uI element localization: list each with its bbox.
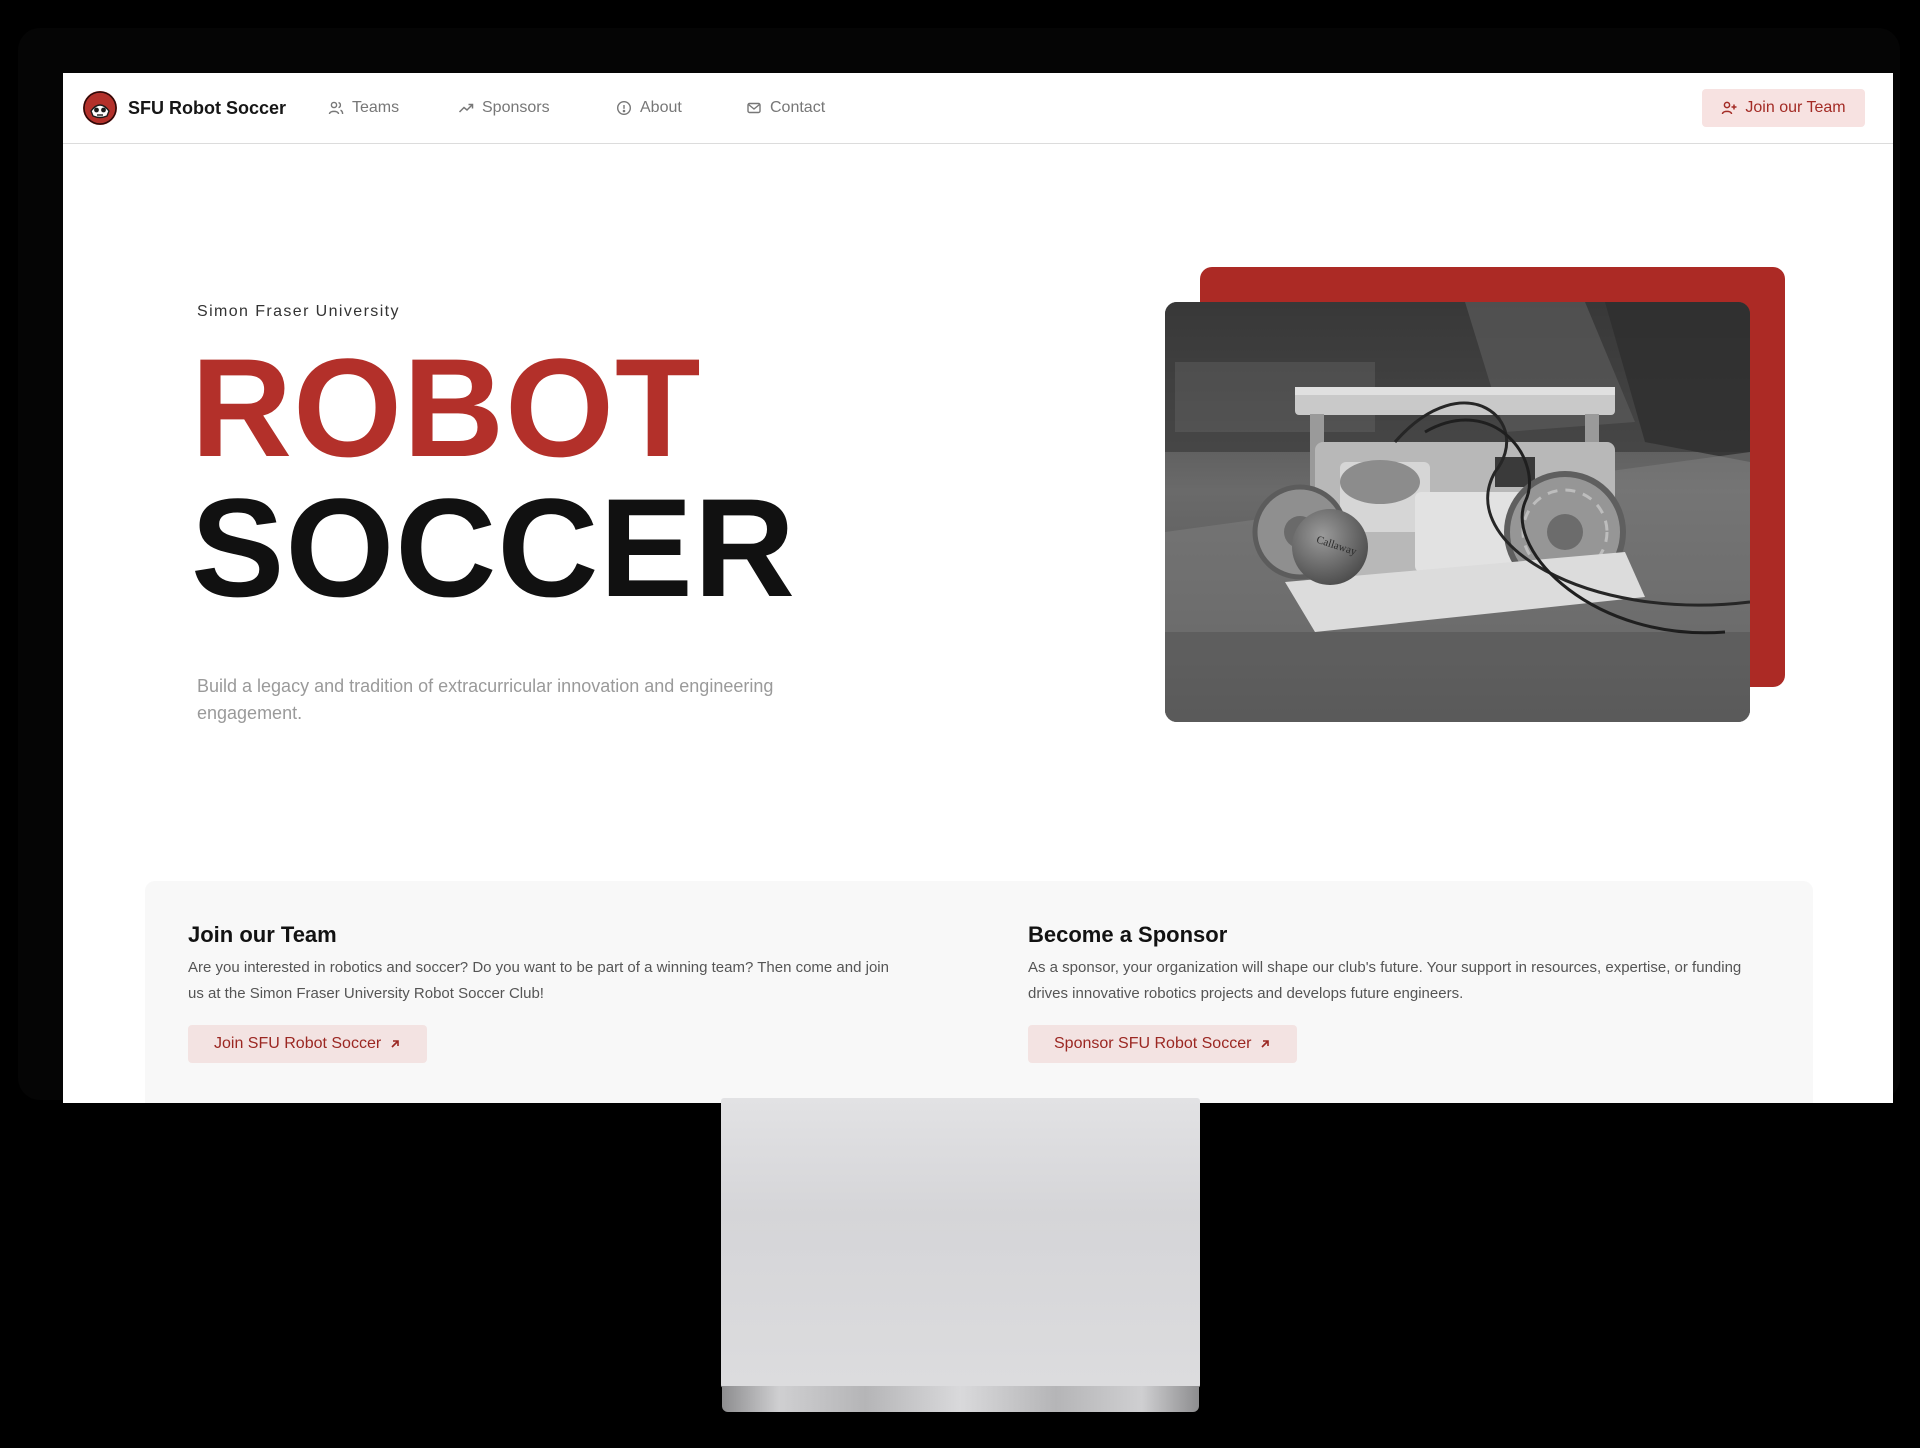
top-navbar: SFU Robot Soccer Teams Sponsors About Co…: [63, 73, 1893, 144]
trending-up-icon: [458, 103, 474, 113]
join-button-label: Join SFU Robot Soccer: [214, 1035, 382, 1052]
mail-icon: [747, 102, 761, 114]
join-team-label: Join our Team: [1745, 99, 1846, 116]
sponsor-card-heading: Become a Sponsor: [1028, 922, 1228, 947]
hero-robot-photo: Callaway: [1165, 302, 1750, 722]
hero-title-robot: ROBOT: [191, 329, 702, 486]
brand-home-link[interactable]: SFU Robot Soccer: [83, 91, 286, 125]
browser-viewport: SFU Robot Soccer Teams Sponsors About Co…: [63, 73, 1893, 1103]
sponsor-card: Become a Sponsor As a sponsor, your orga…: [1028, 921, 1748, 1063]
hero-eyebrow: Simon Fraser University: [197, 303, 400, 320]
join-sfu-robot-soccer-button[interactable]: Join SFU Robot Soccer: [188, 1025, 428, 1063]
arrow-up-right-icon: [1261, 1040, 1270, 1048]
monitor-stand-foot: [722, 1386, 1199, 1412]
nav-link-label: Sponsors: [482, 99, 550, 116]
join-team-button[interactable]: Join our Team: [1702, 89, 1865, 127]
nav-link-sponsors[interactable]: Sponsors: [458, 98, 550, 118]
hero-title-soccer: SOCCER: [191, 469, 796, 626]
arrow-up-right-icon: [391, 1040, 399, 1048]
monitor-stand: [721, 1098, 1200, 1388]
join-card-body: Are you interested in robotics and socce…: [188, 959, 889, 1002]
brand-name: SFU Robot Soccer: [128, 97, 287, 118]
cta-cards-section: Join our Team Are you interested in robo…: [145, 881, 1813, 1103]
nav-link-contact[interactable]: Contact: [746, 98, 825, 118]
nav-link-label: About: [640, 99, 682, 116]
hero-subtitle: Build a legacy and tradition of extracur…: [197, 676, 774, 723]
sponsor-sfu-robot-soccer-button[interactable]: Sponsor SFU Robot Soccer: [1028, 1025, 1298, 1063]
sponsor-button-label: Sponsor SFU Robot Soccer: [1054, 1035, 1252, 1052]
join-card: Join our Team Are you interested in robo…: [188, 921, 908, 1063]
users-icon: [328, 101, 344, 115]
nav-link-label: Teams: [352, 99, 400, 116]
sponsor-card-body: As a sponsor, your organization will sha…: [1028, 959, 1742, 1002]
nav-link-teams[interactable]: Teams: [328, 98, 399, 118]
nav-link-about[interactable]: About: [616, 98, 682, 118]
monitor-bezel: SFU Robot Soccer Teams Sponsors About Co…: [18, 28, 1900, 1103]
info-icon: [616, 100, 632, 116]
robot-logo-icon: [83, 91, 117, 125]
join-card-heading: Join our Team: [188, 922, 337, 947]
user-plus-icon: [1722, 101, 1737, 115]
nav-link-label: Contact: [770, 99, 826, 116]
